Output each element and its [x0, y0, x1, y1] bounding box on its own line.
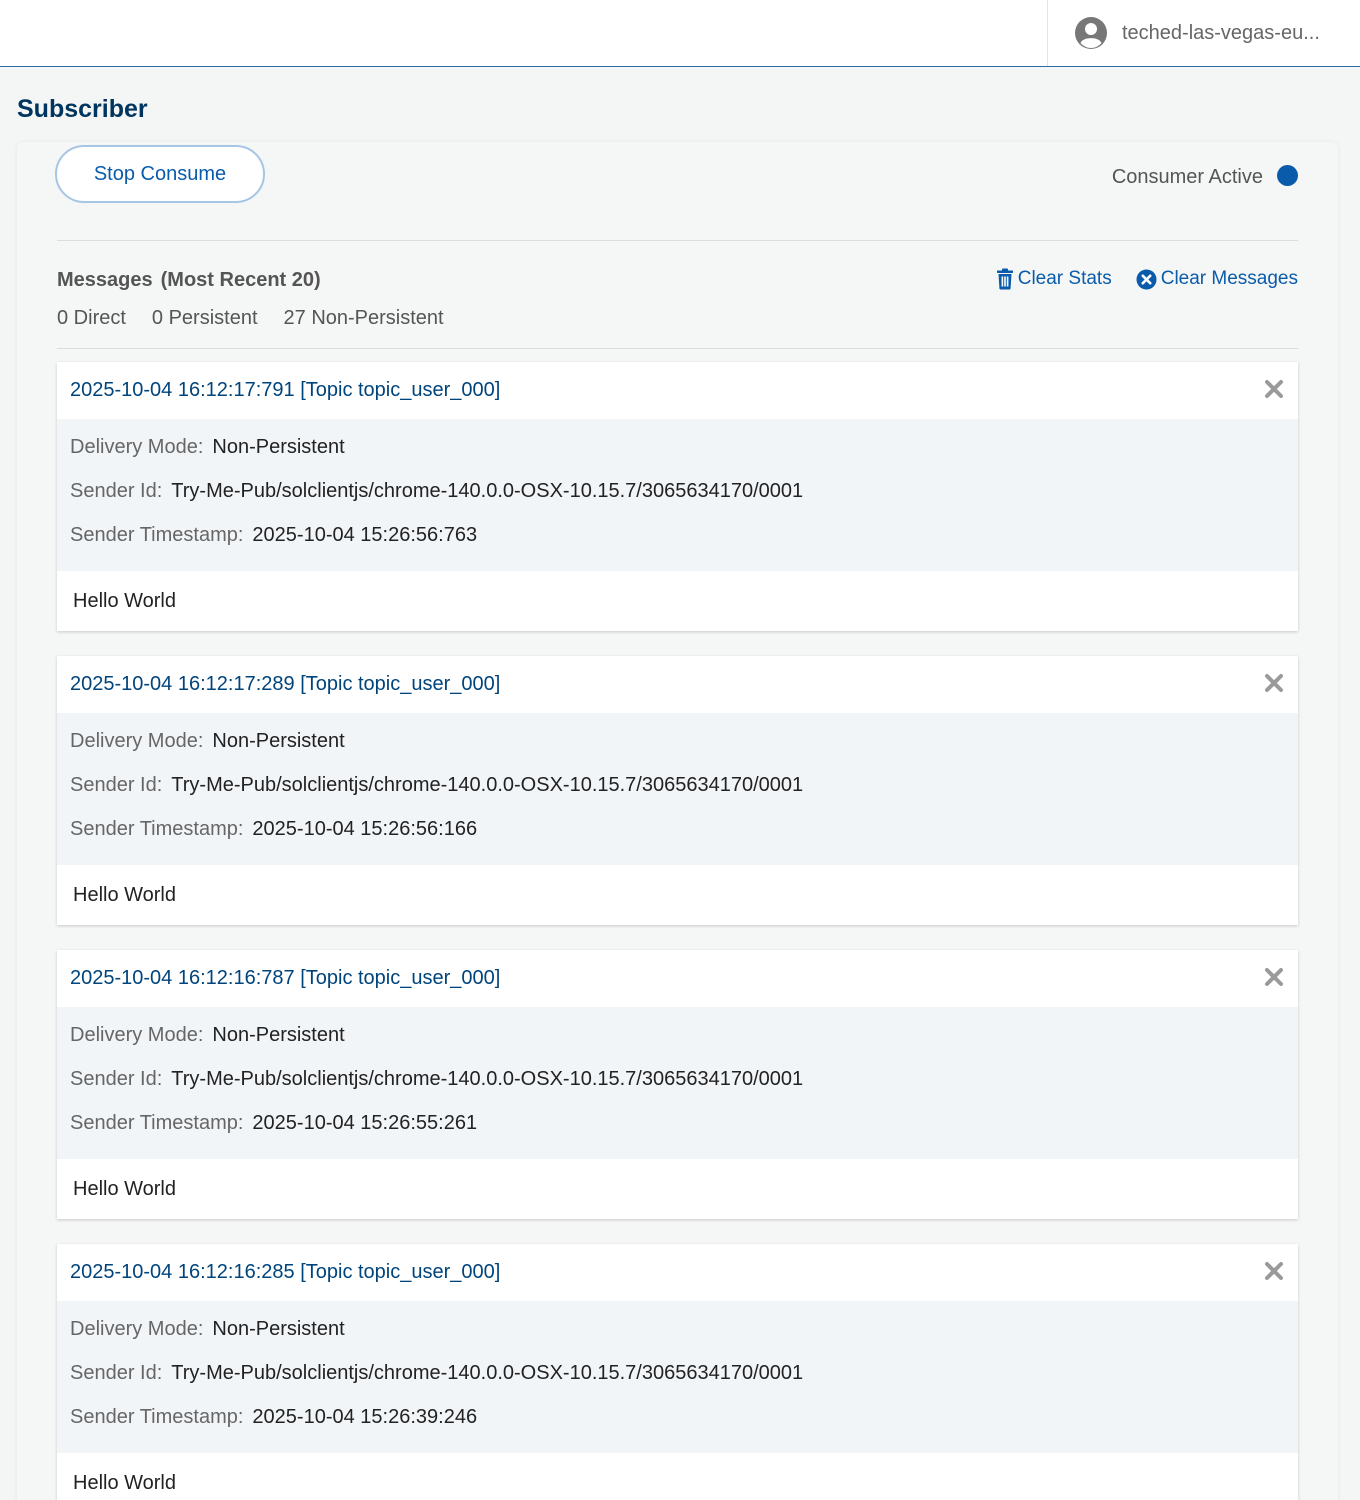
- delivery-mode-value: Non-Persistent: [212, 1318, 345, 1340]
- message-header: 2025-10-04 16:12:16:285 [Topic topic_use…: [57, 1244, 1298, 1301]
- delivery-mode-value: Non-Persistent: [212, 730, 345, 752]
- delivery-mode-row: Delivery Mode: Non-Persistent: [70, 727, 1285, 771]
- messages-subtitle: (Most Recent 20): [160, 269, 321, 291]
- page-title: Subscriber: [17, 95, 148, 123]
- sender-id-row: Sender Id: Try-Me-Pub/solclientjs/chrome-…: [70, 1359, 1285, 1403]
- close-icon[interactable]: [1264, 673, 1284, 693]
- message-body: Hello World: [73, 1177, 176, 1200]
- message-actions: Clear Stats Clear Messages: [996, 268, 1298, 290]
- stop-consume-button[interactable]: Stop Consume: [55, 145, 265, 203]
- status-indicator: [1277, 165, 1298, 186]
- message-meta: Delivery Mode: Non-Persistent Sender Id: T…: [57, 713, 1298, 865]
- top-bar: teched-las-vegas-eu...: [0, 0, 1360, 67]
- message-meta: Delivery Mode: Non-Persistent Sender Id: T…: [57, 419, 1298, 571]
- sender-timestamp-label: Sender Timestamp:: [70, 1406, 244, 1428]
- delivery-mode-row: Delivery Mode: Non-Persistent: [70, 1315, 1285, 1359]
- subscriber-panel: Stop Consume Consumer Active Messages (Mo…: [17, 142, 1338, 1500]
- message-title: 2025-10-04 16:12:17:289 [Topic topic_use…: [70, 673, 501, 695]
- non-persistent-count: 27 Non-Persistent: [283, 307, 444, 329]
- delivery-mode-value: Non-Persistent: [212, 436, 345, 458]
- message-header: 2025-10-04 16:12:17:791 [Topic topic_use…: [57, 362, 1298, 419]
- sender-id-row: Sender Id: Try-Me-Pub/solclientjs/chrome-…: [70, 477, 1285, 521]
- clear-messages-label: Clear Messages: [1160, 268, 1298, 289]
- consumer-status-label: Consumer Active: [1111, 166, 1263, 188]
- messages-title: Messages: [57, 269, 153, 291]
- consumer-status: Consumer Active: [1111, 165, 1298, 189]
- clear-stats-button[interactable]: Clear Stats: [996, 268, 1112, 290]
- sender-id-value: Try-Me-Pub/solclientjs/chrome-140.0.0-OS…: [171, 1068, 804, 1090]
- close-icon[interactable]: [1264, 967, 1284, 987]
- message-body: Hello World: [73, 883, 176, 906]
- sender-timestamp-value: 2025-10-04 15:26:56:763: [252, 524, 478, 546]
- sender-id-value: Try-Me-Pub/solclientjs/chrome-140.0.0-OS…: [171, 1362, 804, 1384]
- message-header: 2025-10-04 16:12:16:787 [Topic topic_use…: [57, 950, 1298, 1007]
- account-menu[interactable]: teched-las-vegas-eu...: [1047, 0, 1360, 66]
- message-card: 2025-10-04 16:12:17:289 [Topic topic_use…: [57, 656, 1298, 925]
- message-meta: Delivery Mode: Non-Persistent Sender Id: T…: [57, 1301, 1298, 1453]
- sender-timestamp-row: Sender Timestamp: 2025-10-04 15:26:39:246: [70, 1403, 1285, 1447]
- message-title: 2025-10-04 16:12:16:787 [Topic topic_use…: [70, 967, 501, 989]
- persistent-count: 0 Persistent: [151, 307, 258, 329]
- account-name: teched-las-vegas-eu...: [1122, 21, 1320, 44]
- direct-count: 0 Direct: [57, 307, 126, 329]
- message-card: 2025-10-04 16:12:16:285 [Topic topic_use…: [57, 1244, 1298, 1500]
- message-header: 2025-10-04 16:12:17:289 [Topic topic_use…: [57, 656, 1298, 713]
- sender-id-label: Sender Id:: [70, 480, 163, 502]
- close-icon[interactable]: [1264, 1261, 1284, 1281]
- message-card: 2025-10-04 16:12:16:787 [Topic topic_use…: [57, 950, 1298, 1219]
- sender-timestamp-label: Sender Timestamp:: [70, 818, 244, 840]
- sender-timestamp-value: 2025-10-04 15:26:39:246: [252, 1406, 478, 1428]
- account-circle-icon: [1074, 16, 1108, 50]
- divider: [57, 348, 1298, 349]
- sender-timestamp-value: 2025-10-04 15:26:55:261: [252, 1112, 478, 1134]
- message-card: 2025-10-04 16:12:17:791 [Topic topic_use…: [57, 362, 1298, 631]
- sender-timestamp-row: Sender Timestamp: 2025-10-04 15:26:56:763: [70, 521, 1285, 565]
- messages-heading: Messages (Most Recent 20): [57, 269, 321, 292]
- sender-id-label: Sender Id:: [70, 774, 163, 796]
- message-list: 2025-10-04 16:12:17:791 [Topic topic_use…: [57, 362, 1298, 1500]
- delivery-mode-value: Non-Persistent: [212, 1024, 345, 1046]
- sender-id-row: Sender Id: Try-Me-Pub/solclientjs/chrome-…: [70, 771, 1285, 815]
- delivery-mode-row: Delivery Mode: Non-Persistent: [70, 433, 1285, 477]
- clear-messages-button[interactable]: Clear Messages: [1136, 268, 1298, 290]
- delivery-mode-label: Delivery Mode:: [70, 1024, 204, 1046]
- delivery-mode-label: Delivery Mode:: [70, 436, 204, 458]
- message-title: 2025-10-04 16:12:16:285 [Topic topic_use…: [70, 1261, 501, 1283]
- sender-timestamp-row: Sender Timestamp: 2025-10-04 15:26:55:261: [70, 1109, 1285, 1153]
- sender-timestamp-label: Sender Timestamp:: [70, 524, 244, 546]
- sender-timestamp-value: 2025-10-04 15:26:56:166: [252, 818, 478, 840]
- close-circle-icon: [1136, 269, 1157, 290]
- sender-id-row: Sender Id: Try-Me-Pub/solclientjs/chrome-…: [70, 1065, 1285, 1109]
- divider: [57, 240, 1298, 241]
- message-body: Hello World: [73, 589, 176, 612]
- message-title: 2025-10-04 16:12:17:791 [Topic topic_use…: [70, 379, 501, 401]
- close-icon[interactable]: [1264, 379, 1284, 399]
- sender-timestamp-row: Sender Timestamp: 2025-10-04 15:26:56:166: [70, 815, 1285, 859]
- delivery-mode-row: Delivery Mode: Non-Persistent: [70, 1021, 1285, 1065]
- message-meta: Delivery Mode: Non-Persistent Sender Id: T…: [57, 1007, 1298, 1159]
- delivery-mode-label: Delivery Mode:: [70, 1318, 204, 1340]
- trash-icon: [996, 268, 1014, 290]
- message-counts: 0 Direct 0 Persistent 27 Non-Persistent: [57, 307, 444, 330]
- sender-timestamp-label: Sender Timestamp:: [70, 1112, 244, 1134]
- clear-stats-label: Clear Stats: [1017, 268, 1112, 289]
- delivery-mode-label: Delivery Mode:: [70, 730, 204, 752]
- sender-id-label: Sender Id:: [70, 1362, 163, 1384]
- sender-id-label: Sender Id:: [70, 1068, 163, 1090]
- message-body: Hello World: [73, 1471, 176, 1494]
- sender-id-value: Try-Me-Pub/solclientjs/chrome-140.0.0-OS…: [171, 480, 804, 502]
- sender-id-value: Try-Me-Pub/solclientjs/chrome-140.0.0-OS…: [171, 774, 804, 796]
